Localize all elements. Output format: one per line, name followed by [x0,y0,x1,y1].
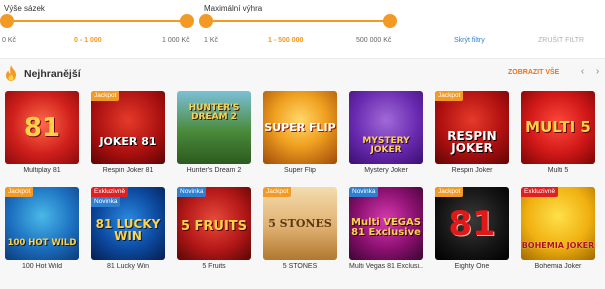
new-badge: Novinka [177,187,207,197]
game-tile-multi-vegas-81[interactable]: Novinka Multi VEGAS 81 Exclusive Multi V… [349,187,423,270]
game-art-text: MYSTERY JOKER [362,135,410,155]
game-thumbnail[interactable]: HUNTER'S DREAM 2 [177,91,251,164]
game-tile-eighty-one[interactable]: Jackpot 81 Eighty One [435,187,509,270]
game-title: Respin Joker [451,167,493,174]
game-thumbnail[interactable]: Jackpot 81 [435,187,509,260]
game-tile-respin-joker-81[interactable]: Jackpot JOKER 81 Respin Joker 81 [91,91,165,174]
jackpot-badge: Jackpot [263,187,292,197]
stake-slider-track[interactable] [6,20,188,22]
game-tile-multiplay-81[interactable]: 81 Multiplay 81 [5,91,79,174]
game-art-text: 81 [448,203,496,244]
game-title: 5 Fruits [202,263,226,270]
jackpot-badge: Jackpot [435,91,464,101]
game-title: Hunter's Dream 2 [186,167,242,174]
game-thumbnail[interactable]: Exkluzivně BOHEMIA JOKER [521,187,595,260]
prev-arrow-icon[interactable]: ‹ [577,65,588,79]
game-art-text: BOHEMIA JOKER [521,240,595,250]
max-win-range-label: 1 - 500 000 [268,37,304,44]
game-title: Super Flip [284,167,316,174]
exclusive-badge: Exkluzivně [521,187,559,197]
game-title: Respin Joker 81 [102,167,154,174]
game-art-text: 81 [23,112,61,143]
game-thumbnail[interactable]: 81 [5,91,79,164]
game-art-text: 5 STONES [268,217,332,230]
game-art-text: HUNTER'S DREAM 2 [188,102,240,122]
game-thumbnail[interactable]: Exkluzivně Novinka 81 LUCKY WIN [91,187,165,260]
filter-bar: Výše sázek 0 Kč 0 - 1 000 1 000 Kč Maxim… [0,0,605,58]
stake-filter-label: Výše sázek [4,4,45,13]
stake-slider-max-handle[interactable] [180,14,194,28]
game-title: Eighty One [454,263,490,270]
next-arrow-icon[interactable]: › [592,65,603,79]
jackpot-badge: Jackpot [91,91,120,101]
game-title: 81 Lucky Win [106,263,150,270]
game-title: Multiplay 81 [23,167,61,174]
game-tile-5-stones[interactable]: Jackpot 5 STONES 5 STONES [263,187,337,270]
game-thumbnail[interactable]: MYSTERY JOKER [349,91,423,164]
game-art-text: Multi VEGAS 81 Exclusive [351,216,421,238]
most-played-section: Nejhranější ZOBRAZIT VŠE ‹ › 81 Multipla… [0,58,605,289]
game-tile-81-lucky-win[interactable]: Exkluzivně Novinka 81 LUCKY WIN 81 Lucky… [91,187,165,270]
stake-min-label: 0 Kč [2,37,17,44]
game-tile-100-hot-wild[interactable]: Jackpot 100 HOT WILD 100 Hot Wild [5,187,79,270]
game-thumbnail[interactable]: Novinka 5 FRUITS [177,187,251,260]
game-tile-respin-joker[interactable]: Jackpot RESPIN JOKER Respin Joker [435,91,509,174]
max-win-filter-label: Maximální výhra [204,4,263,13]
game-title: 100 Hot Wild [21,263,63,270]
game-thumbnail[interactable]: MULTI 5 [521,91,595,164]
new-badge: Novinka [349,187,379,197]
game-title: Bohemia Joker [534,263,582,270]
jackpot-badge: Jackpot [5,187,34,197]
game-thumbnail[interactable]: Novinka Multi VEGAS 81 Exclusive [349,187,423,260]
game-art-text: 81 LUCKY WIN [95,216,161,243]
game-title: Multi 5 [547,167,569,174]
game-tile-super-flip[interactable]: SUPER FLIP Super Flip [263,91,337,174]
fire-icon [6,65,16,81]
max-win-max-label: 500 000 Kč [356,37,392,44]
game-art-text: 100 HOT WILD [7,238,77,249]
game-art-text: JOKER 81 [99,135,157,148]
game-tile-hunters-dream-2[interactable]: HUNTER'S DREAM 2 Hunter's Dream 2 [177,91,251,174]
max-win-min-label: 1 Kč [204,37,219,44]
stake-max-label: 1 000 Kč [162,37,190,44]
game-tile-5-fruits[interactable]: Novinka 5 FRUITS 5 Fruits [177,187,251,270]
exclusive-badge: Exkluzivně [91,187,129,197]
game-tile-bohemia-joker[interactable]: Exkluzivně BOHEMIA JOKER Bohemia Joker [521,187,595,270]
max-win-slider-min-handle[interactable] [199,14,213,28]
game-thumbnail[interactable]: Jackpot 100 HOT WILD [5,187,79,260]
section-title: Nejhranější [24,68,81,80]
max-win-slider-track[interactable] [206,20,390,22]
game-art-text: SUPER FLIP [264,121,336,134]
game-title: Multi Vegas 81 Exclusi... [349,263,423,270]
game-thumbnail[interactable]: Jackpot RESPIN JOKER [435,91,509,164]
game-thumbnail[interactable]: Jackpot 5 STONES [263,187,337,260]
game-title: Mystery Joker [364,167,408,174]
hide-filters-button[interactable]: Skrýt filtry [454,37,485,44]
game-thumbnail[interactable]: SUPER FLIP [263,91,337,164]
game-title: 5 STONES [282,263,318,270]
game-thumbnail[interactable]: Jackpot JOKER 81 [91,91,165,164]
game-tile-multi-5[interactable]: MULTI 5 Multi 5 [521,91,595,174]
stake-range-label: 0 - 1 000 [74,37,102,44]
show-all-button[interactable]: ZOBRAZIT VŠE [508,69,559,76]
game-art-text: MULTI 5 [525,118,591,136]
jackpot-badge: Jackpot [435,187,464,197]
game-tile-mystery-joker[interactable]: MYSTERY JOKER Mystery Joker [349,91,423,174]
game-art-text: RESPIN JOKER [447,128,497,155]
stake-slider-min-handle[interactable] [0,14,14,28]
reset-filter-button[interactable]: ZRUŠIT FILTR [538,37,584,44]
game-art-text: 5 FRUITS [180,219,248,234]
new-badge: Novinka [91,197,121,207]
max-win-slider-max-handle[interactable] [383,14,397,28]
